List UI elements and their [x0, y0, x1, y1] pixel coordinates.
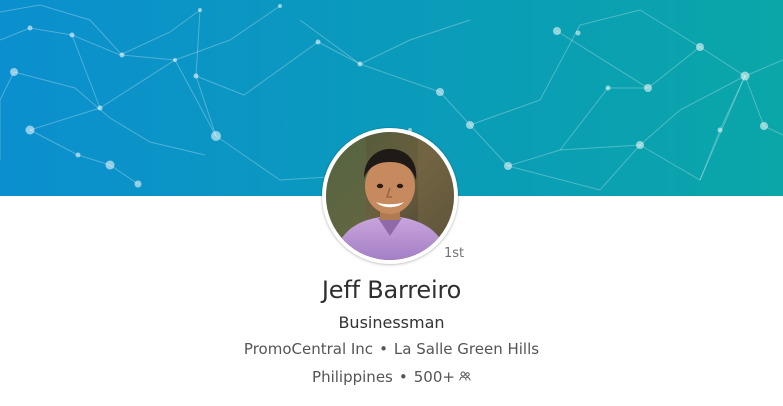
- profile-photo-frame[interactable]: [322, 128, 458, 264]
- profile-name: Jeff Barreiro: [321, 276, 462, 304]
- avatar[interactable]: [326, 132, 454, 260]
- current-company[interactable]: PromoCentral Inc: [244, 340, 373, 358]
- separator-dot: •: [398, 368, 408, 386]
- connections-icon: [459, 367, 471, 385]
- profile-location-connections: Philippines • 500+: [0, 368, 783, 387]
- education-school[interactable]: La Salle Green Hills: [394, 340, 539, 358]
- profile-headline: Businessman: [338, 313, 445, 332]
- profile-location: Philippines: [312, 368, 393, 386]
- profile-experience-education: PromoCentral Inc • La Salle Green Hills: [0, 340, 783, 358]
- separator-dot: •: [379, 340, 388, 358]
- connection-degree-badge: 1st: [444, 246, 465, 261]
- avatar-photo: [326, 132, 454, 260]
- connections-count[interactable]: 500+: [414, 368, 455, 386]
- profile-card: 1st Jeff Barreiro Businessman PromoCentr…: [0, 0, 783, 406]
